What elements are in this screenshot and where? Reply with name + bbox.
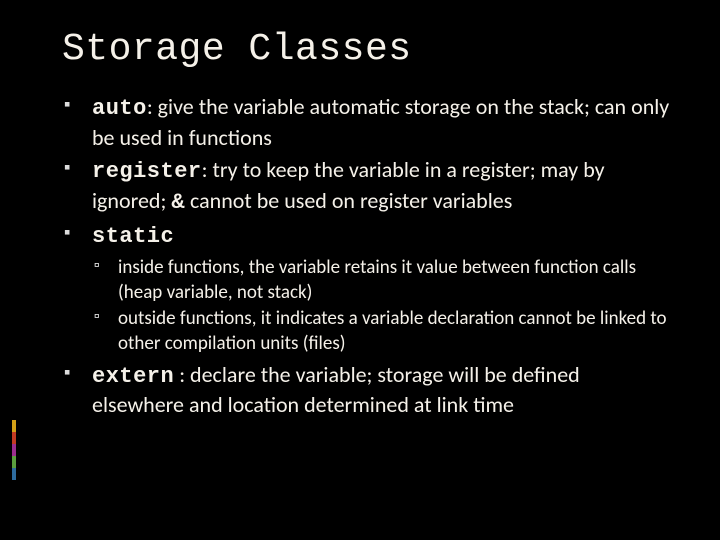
code-keyword: static <box>92 224 174 249</box>
accent-stripe <box>12 456 16 468</box>
accent-bar <box>12 420 16 480</box>
accent-stripe <box>12 420 16 432</box>
code-keyword: auto <box>92 96 147 121</box>
code-keyword: extern <box>92 364 174 389</box>
list-item: register: try to keep the variable in a … <box>62 156 670 217</box>
accent-stripe <box>12 468 16 480</box>
code-inline: & <box>171 190 185 215</box>
sub-list-item: outside functions, it indicates a variab… <box>92 307 670 356</box>
bullet-text: cannot be used on register variables <box>185 187 512 214</box>
accent-stripe <box>12 444 16 456</box>
bullet-list: auto: give the variable automatic storag… <box>62 93 670 420</box>
sub-list-item: inside functions, the variable retains i… <box>92 256 670 305</box>
page-title: Storage Classes <box>62 28 670 71</box>
accent-stripe <box>12 432 16 444</box>
list-item: extern : declare the variable; storage w… <box>62 361 670 420</box>
list-item: auto: give the variable automatic storag… <box>62 93 670 152</box>
sub-bullet-list: inside functions, the variable retains i… <box>92 256 670 357</box>
bullet-text: : give the variable automatic storage on… <box>92 93 669 151</box>
slide: Storage Classes auto: give the variable … <box>0 0 720 454</box>
list-item: static inside functions, the variable re… <box>62 221 670 356</box>
code-keyword: register <box>92 159 202 184</box>
